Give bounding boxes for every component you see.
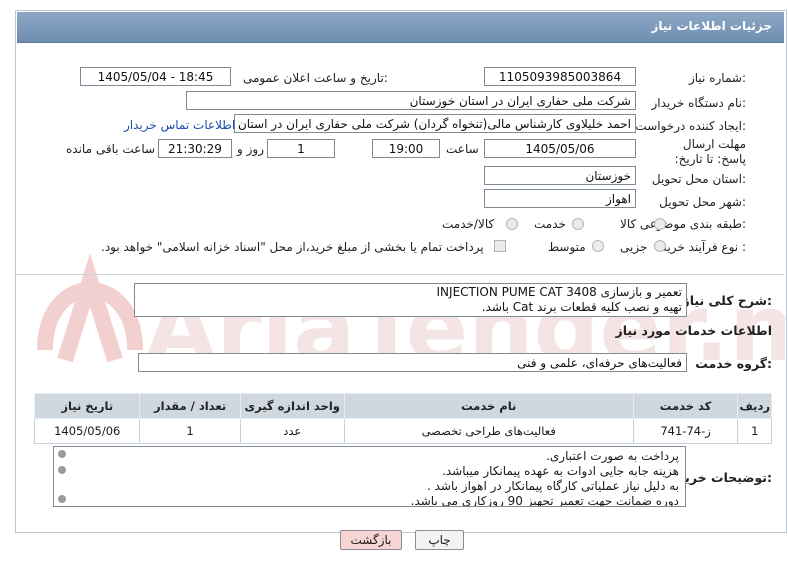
- service-group-field: فعالیت‌های حرفه‌ای، علمی و فنی: [138, 353, 687, 372]
- purchase-radio-medium[interactable]: [592, 240, 604, 252]
- panel-title: جزئیات اطلاعات نیاز: [651, 19, 772, 33]
- cell-name: فعالیت‌های طراحی تخصصی: [343, 418, 634, 444]
- note-line-4: دوره ضمانت جهت تعمیر تجهیز 90 روزکاری می…: [410, 494, 679, 507]
- col-code: کد خدمت: [632, 393, 739, 419]
- contact-buyer-link[interactable]: اطلاعات تماس خریدار: [124, 118, 235, 132]
- buyer-org-field: شرکت ملی حفاری ایران در استان خوزستان: [186, 91, 636, 110]
- category-radio-goods-service[interactable]: [506, 218, 518, 230]
- col-row: ردیف: [737, 393, 772, 419]
- category-option-service: خدمت: [534, 217, 566, 231]
- cell-date: 1405/05/06: [33, 418, 141, 444]
- note-line-2: هزینه جابه جایی ادوات به عهده پیمانکار م…: [442, 464, 679, 478]
- note-line-3: به دلیل نیاز عملیاتی کارگاه پیمانکار در …: [427, 479, 679, 493]
- announce-label: تاریخ و ساعت اعلان عمومی:: [243, 71, 388, 85]
- province-label: استان محل تحویل:: [651, 172, 746, 186]
- days-label: روز و: [237, 142, 264, 156]
- purchase-option-medium: متوسط: [548, 240, 586, 254]
- summary-label: شرح کلی نیاز:: [682, 293, 773, 308]
- announce-field: 1405/05/04 - 18:45: [80, 67, 231, 86]
- panel-title-bar: جزئیات اطلاعات نیاز: [17, 12, 784, 43]
- summary-field: تعمیر و بازسازی INJECTION PUME CAT 3408 …: [134, 283, 687, 317]
- need-number-label: شماره نیاز:: [688, 71, 746, 85]
- category-option-goods: کالا: [620, 217, 637, 231]
- category-radio-goods[interactable]: [654, 218, 666, 230]
- services-table: ردیف کد خدمت نام خدمت واحد اندازه گیری ت…: [33, 393, 772, 444]
- services-section-title: اطلاعات خدمات مورد نیاز: [615, 323, 773, 338]
- col-unit: واحد اندازه گیری: [239, 393, 345, 419]
- remaining-time-field: 21:30:29: [158, 139, 232, 158]
- deadline-label: مهلت ارسال پاسخ: تا تاریخ:: [674, 137, 746, 166]
- province-field: خوزستان: [484, 166, 636, 185]
- purchase-option-minor: جزیی: [620, 240, 648, 254]
- cell-code: ز-74-741: [632, 418, 739, 444]
- category-radio-service[interactable]: [572, 218, 584, 230]
- time-label: ساعت: [446, 142, 479, 156]
- notes-scrollbar[interactable]: [56, 448, 68, 505]
- need-number-field: 1105093985003864: [484, 67, 636, 86]
- days-field: 1: [267, 139, 335, 158]
- table-row: 1 ز-74-741 فعالیت‌های طراحی تخصصی عدد 1 …: [33, 418, 772, 444]
- payment-note: پرداخت تمام یا بخشی از مبلغ خرید،از محل …: [101, 240, 484, 254]
- summary-line-1: تعمیر و بازسازی INJECTION PUME CAT 3408: [436, 285, 682, 299]
- cell-unit: عدد: [239, 418, 345, 444]
- note-line-1: پرداخت به صورت اعتباری.: [546, 449, 679, 463]
- purchase-radio-minor[interactable]: [654, 240, 666, 252]
- purchase-type-label: نوع فرآیند خرید :: [661, 240, 746, 254]
- deadline-date-field: 1405/05/06: [484, 139, 636, 158]
- buyer-notes-field: پرداخت به صورت اعتباری. هزینه جابه جایی …: [53, 446, 686, 507]
- city-field: اهواز: [484, 189, 636, 208]
- col-date: تاریخ نیاز: [33, 393, 141, 419]
- col-name: نام خدمت: [343, 393, 634, 419]
- remaining-label: ساعت باقی مانده: [66, 142, 156, 156]
- cell-row: 1: [737, 418, 772, 444]
- creator-label: ایجاد کننده درخواست:: [635, 119, 746, 133]
- creator-field: احمد خلیلاوی کارشناس مالی(تنخواه گردان) …: [234, 114, 636, 133]
- deadline-time-field: 19:00: [372, 139, 440, 158]
- city-label: شهر محل تحویل:: [659, 195, 746, 209]
- cell-qty: 1: [139, 418, 241, 444]
- service-group-label: گروه خدمت:: [695, 356, 772, 371]
- buyer-org-label: نام دستگاه خریدار:: [651, 96, 747, 110]
- col-qty: تعداد / مقدار: [139, 393, 241, 419]
- print-button[interactable]: چاپ: [415, 530, 464, 550]
- summary-line-2: تهیه و نصب کلیه قطعات برند Cat باشد.: [481, 300, 682, 314]
- back-button[interactable]: بازگشت: [340, 530, 402, 550]
- treasury-checkbox[interactable]: [494, 240, 506, 252]
- divider: [16, 274, 784, 275]
- category-option-goods-service: کالا/خدمت: [442, 217, 495, 231]
